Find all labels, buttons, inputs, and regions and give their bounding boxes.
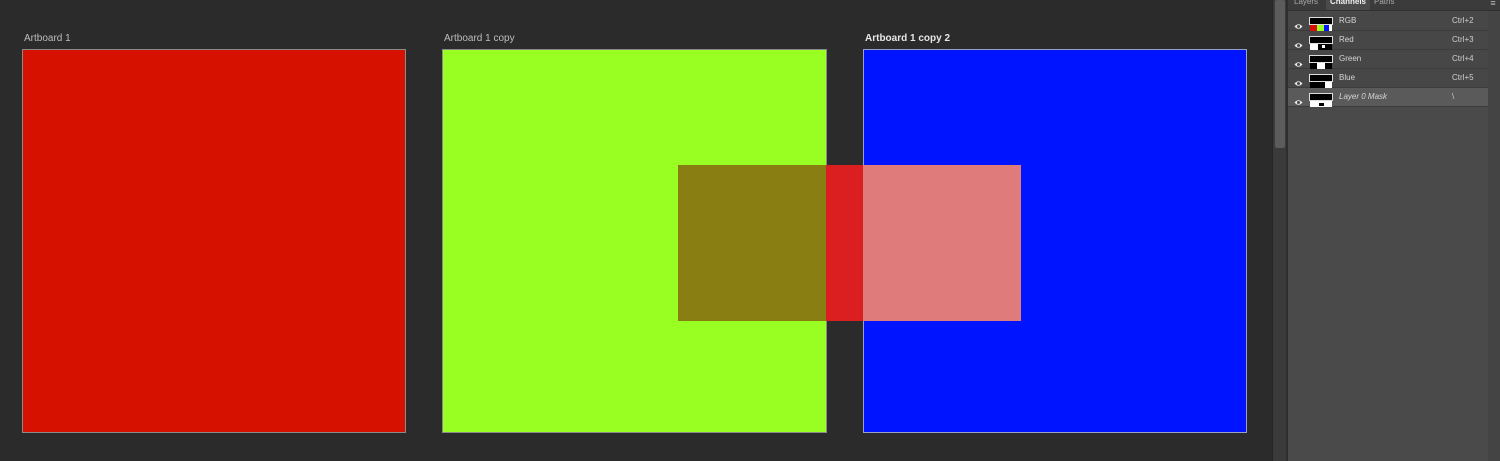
channel-name: RGB — [1339, 16, 1357, 25]
visibility-eye-icon[interactable] — [1294, 74, 1303, 86]
channel-shortcut: \ — [1452, 92, 1455, 101]
channel-row-layer-0-mask[interactable]: Layer 0 Mask \ — [1288, 88, 1488, 107]
channel-thumbnail — [1309, 55, 1333, 69]
channel-row-red[interactable]: Red Ctrl+3 — [1288, 31, 1488, 50]
panel-scrollbar[interactable] — [1488, 11, 1500, 461]
tab-layers[interactable]: Layers — [1290, 0, 1322, 10]
channel-thumbnail — [1309, 93, 1333, 107]
document-canvas[interactable]: Artboard 1 Artboard 1 copy Artboard 1 co… — [0, 0, 1272, 461]
canvas-vertical-scrollbar[interactable] — [1272, 0, 1287, 461]
artboard-1[interactable] — [22, 49, 406, 433]
overlay-rect-left[interactable] — [678, 165, 826, 321]
panel-menu-icon[interactable]: ≡ — [1488, 0, 1498, 8]
tab-paths[interactable]: Paths — [1370, 0, 1398, 10]
channel-name: Red — [1339, 35, 1354, 44]
channel-shortcut: Ctrl+4 — [1452, 54, 1474, 63]
tab-channels[interactable]: Channels — [1326, 0, 1371, 10]
channel-name: Blue — [1339, 73, 1356, 82]
channel-row-blue[interactable]: Blue Ctrl+5 — [1288, 69, 1488, 88]
scrollbar-thumb[interactable] — [1275, 0, 1285, 148]
channel-shortcut: Ctrl+2 — [1452, 16, 1474, 25]
visibility-eye-icon[interactable] — [1294, 17, 1303, 29]
channel-thumbnail — [1309, 17, 1333, 31]
visibility-eye-icon[interactable] — [1294, 93, 1303, 105]
panel-tab-bar: Layers Channels Paths ≡ — [1288, 0, 1500, 11]
artboard-1-label[interactable]: Artboard 1 — [24, 33, 71, 44]
artboard-1-copy-2-label[interactable]: Artboard 1 copy 2 — [865, 33, 950, 44]
artboard-1-copy-label[interactable]: Artboard 1 copy — [444, 33, 515, 44]
channel-row-green[interactable]: Green Ctrl+4 — [1288, 50, 1488, 69]
channel-name: Layer 0 Mask — [1339, 92, 1388, 101]
channel-name: Green — [1339, 54, 1362, 63]
channels-panel: Layers Channels Paths ≡ RGB Ctrl+2 Red Ctrl… — [1288, 0, 1500, 461]
channel-thumbnail — [1309, 36, 1333, 50]
channel-thumbnail — [1309, 74, 1333, 88]
channel-shortcut: Ctrl+5 — [1452, 73, 1474, 82]
visibility-eye-icon[interactable] — [1294, 55, 1303, 67]
channel-shortcut: Ctrl+3 — [1452, 35, 1474, 44]
channel-row-rgb[interactable]: RGB Ctrl+2 — [1288, 12, 1488, 31]
visibility-eye-icon[interactable] — [1294, 36, 1303, 48]
overlay-rect-right[interactable] — [863, 165, 1021, 321]
overlay-rect-middle[interactable] — [826, 165, 863, 321]
